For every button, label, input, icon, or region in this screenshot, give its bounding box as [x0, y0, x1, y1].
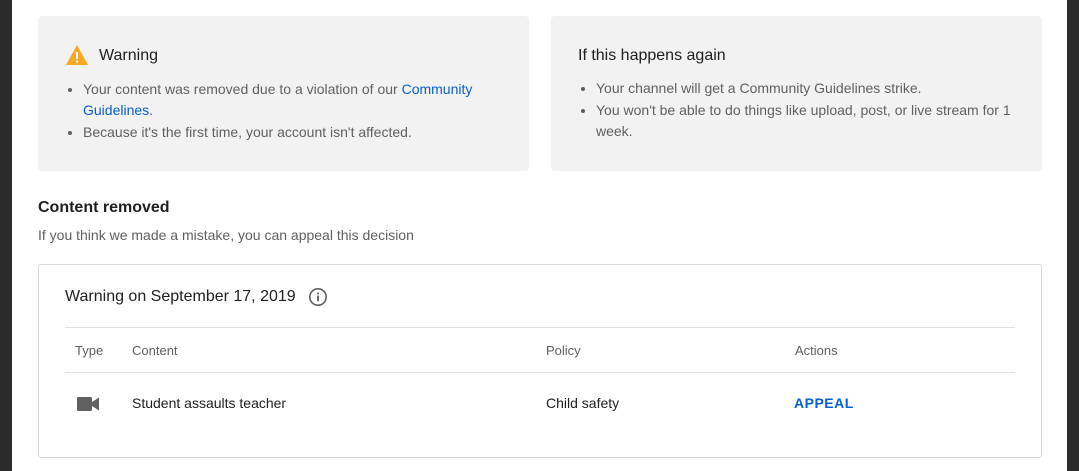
repeat-card: If this happens again Your channel will … [551, 16, 1042, 171]
appeal-button[interactable]: APPEAL [794, 395, 854, 411]
video-camera-icon [77, 396, 99, 412]
column-header-content: Content [132, 343, 178, 358]
repeat-bullet-2: You won't be able to do things like uplo… [581, 100, 1021, 142]
warning-panel-header: Warning on September 17, 2019 [65, 287, 328, 307]
warning-icon [65, 44, 89, 66]
warning-bullet-1: Your content was removed due to a violat… [68, 79, 508, 121]
row-content: Student assaults teacher [132, 395, 287, 411]
warning-bullets: Your content was removed due to a violat… [68, 79, 508, 144]
divider [65, 372, 1015, 373]
column-header-policy: Policy [546, 343, 581, 358]
warning-bullet-1-end: . [149, 102, 154, 118]
warning-title: Warning [99, 47, 158, 64]
warning-panel: Warning on September 17, 2019 Type Conte… [38, 264, 1042, 458]
warning-card: Warning Your content was removed due to … [38, 16, 529, 171]
column-header-actions: Actions [795, 343, 838, 358]
warning-panel-title: Warning on September 17, 2019 [65, 288, 296, 305]
info-icon[interactable] [308, 287, 328, 307]
repeat-bullets: Your channel will get a Community Guidel… [581, 78, 1021, 143]
content-removed-title: Content removed [38, 199, 170, 216]
column-header-type: Type [75, 343, 104, 358]
content-removed-subtitle: If you think we made a mistake, you can … [38, 227, 414, 243]
row-policy: Child safety [546, 395, 620, 411]
repeat-bullet-1: Your channel will get a Community Guidel… [581, 78, 1021, 99]
divider [65, 327, 1015, 328]
page: Warning Your content was removed due to … [12, 0, 1067, 471]
warning-bullet-1-text: Your content was removed due to a violat… [83, 81, 402, 97]
repeat-title: If this happens again [578, 47, 726, 64]
warning-bullet-2: Because it's the first time, your accoun… [68, 122, 508, 143]
